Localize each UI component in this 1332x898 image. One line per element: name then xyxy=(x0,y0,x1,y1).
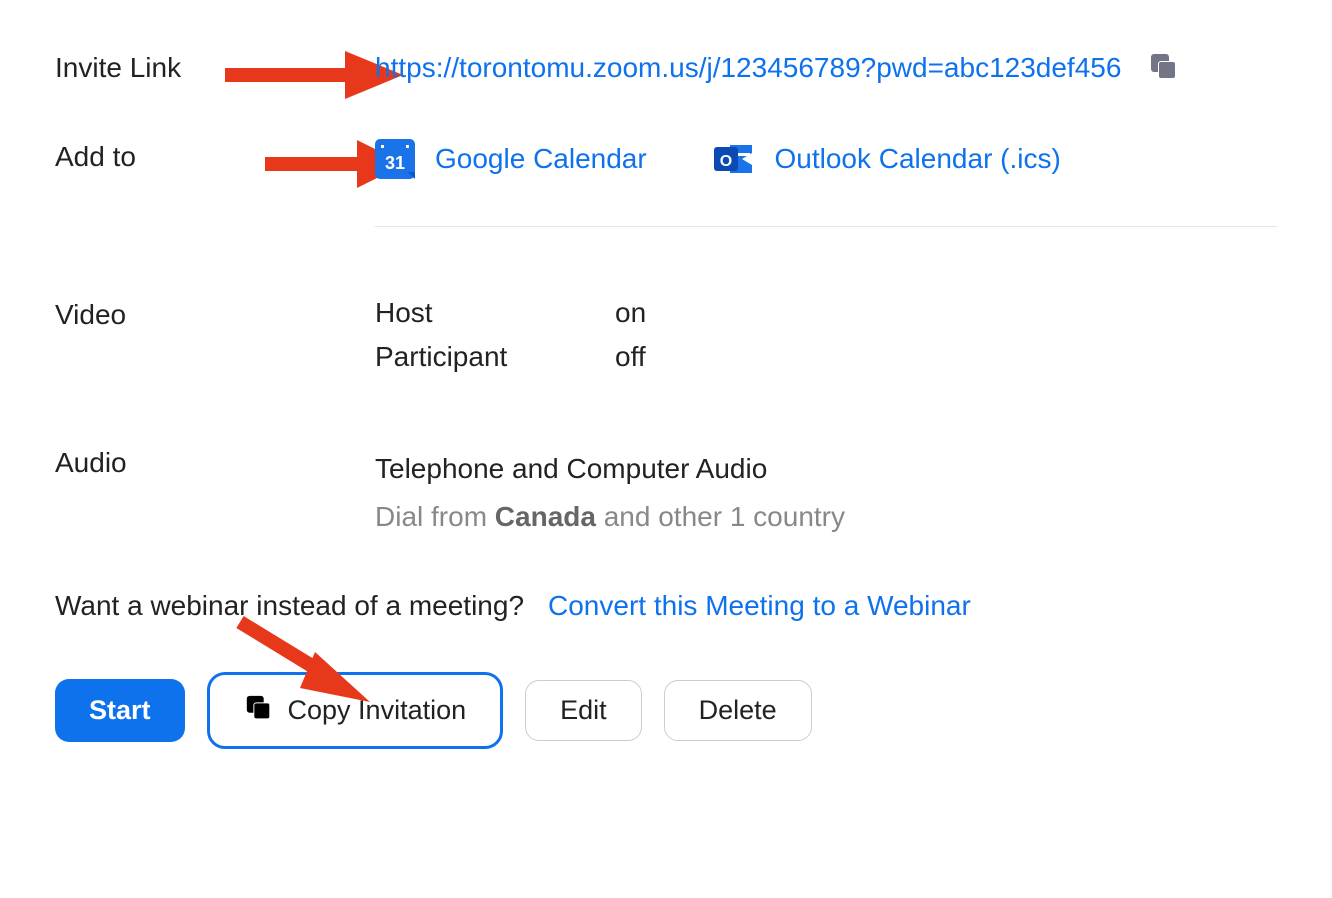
video-participant-value: off xyxy=(615,341,646,373)
google-calendar-link[interactable]: 31 Google Calendar xyxy=(375,139,647,179)
video-label: Video xyxy=(55,297,375,331)
webinar-prompt-text: Want a webinar instead of a meeting? xyxy=(55,590,524,622)
video-host-label: Host xyxy=(375,297,615,329)
audio-dial-info: Dial from Canada and other 1 country xyxy=(375,493,1277,541)
video-participant-label: Participant xyxy=(375,341,615,373)
invite-link-url[interactable]: https://torontomu.zoom.us/j/123456789?pw… xyxy=(375,52,1121,83)
copy-invitation-button[interactable]: Copy Invitation xyxy=(207,672,504,749)
copy-invitation-label: Copy Invitation xyxy=(288,697,467,724)
google-calendar-label: Google Calendar xyxy=(435,143,647,175)
copy-link-icon[interactable] xyxy=(1147,50,1179,89)
add-to-label: Add to xyxy=(55,139,375,173)
svg-text:31: 31 xyxy=(385,153,405,173)
edit-button[interactable]: Edit xyxy=(525,680,642,741)
start-button[interactable]: Start xyxy=(55,679,185,742)
outlook-calendar-label: Outlook Calendar (.ics) xyxy=(774,143,1060,175)
invite-link-row: Invite Link https://torontomu.zoom.us/j/… xyxy=(55,50,1277,89)
video-row: Video Host on Participant off xyxy=(55,297,1277,385)
audio-summary: Telephone and Computer Audio xyxy=(375,445,1277,493)
convert-to-webinar-link[interactable]: Convert this Meeting to a Webinar xyxy=(548,590,971,622)
delete-button[interactable]: Delete xyxy=(664,680,812,741)
add-to-row: Add to 31 Google Calendar xyxy=(55,139,1277,186)
outlook-calendar-link[interactable]: O Outlook Calendar (.ics) xyxy=(714,139,1060,179)
invite-link-label: Invite Link xyxy=(55,50,375,84)
action-button-row: Start Copy Invitation Edit Delete xyxy=(55,672,1277,749)
webinar-prompt-row: Want a webinar instead of a meeting? Con… xyxy=(55,590,1277,622)
audio-label: Audio xyxy=(55,445,375,479)
section-divider xyxy=(375,226,1277,227)
google-calendar-icon: 31 xyxy=(375,139,415,179)
video-host-value: on xyxy=(615,297,646,329)
copy-icon xyxy=(244,693,274,728)
audio-row: Audio Telephone and Computer Audio Dial … xyxy=(55,445,1277,540)
outlook-calendar-icon: O xyxy=(714,139,754,179)
svg-text:O: O xyxy=(720,153,732,170)
